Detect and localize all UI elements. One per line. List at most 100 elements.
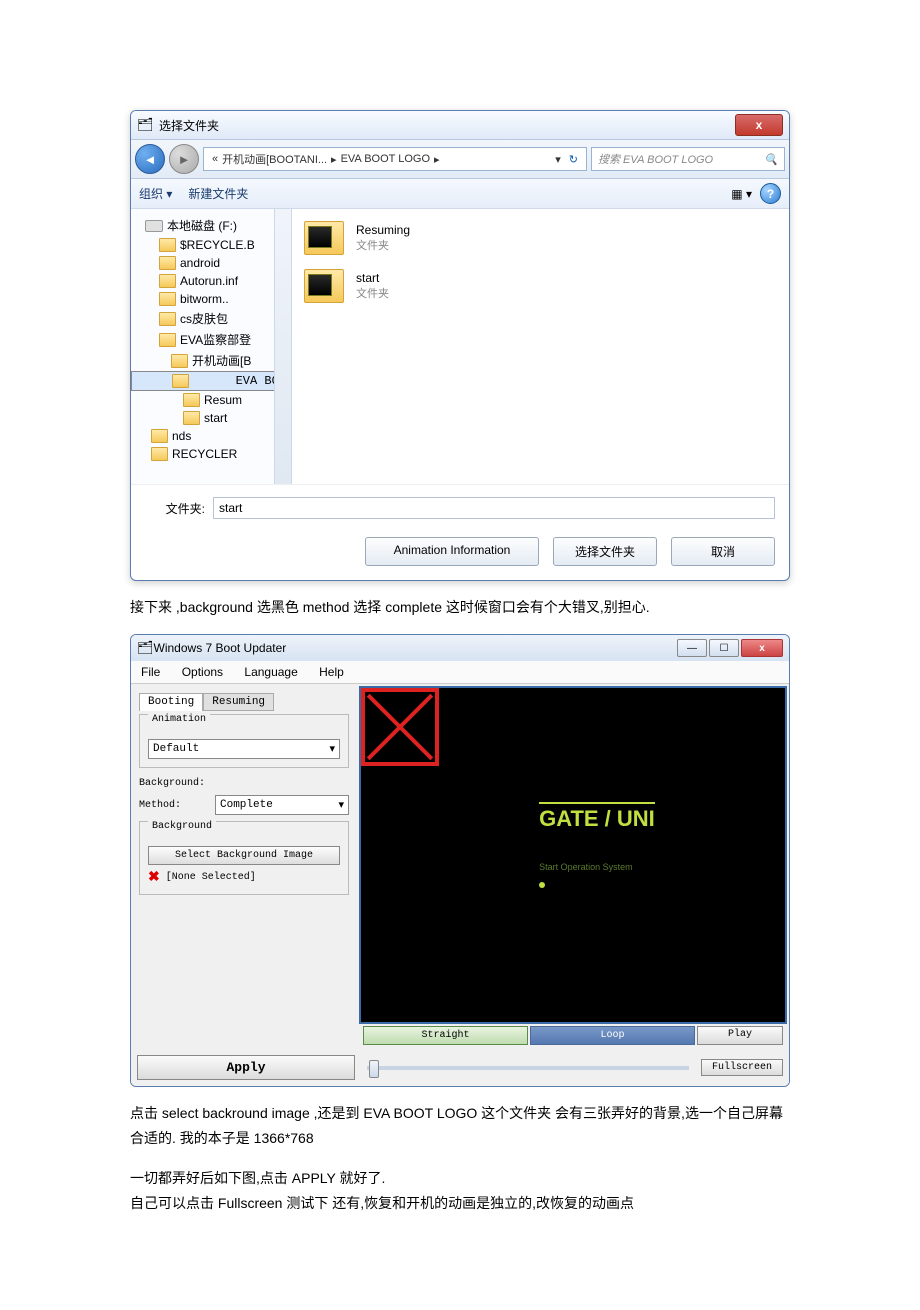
folder-icon	[159, 274, 176, 288]
select-bg-button[interactable]: Select Background Image	[148, 846, 340, 865]
menu-help[interactable]: Help	[319, 665, 344, 679]
animation-info-button[interactable]: Animation Information	[365, 537, 539, 566]
tab-resuming[interactable]: Resuming	[203, 693, 274, 711]
tree-item[interactable]: nds	[131, 427, 291, 445]
folder-picker-window: 🗂 选择文件夹 x ◄ ► « 开机动画[BOOTANI... ▸ EVA BO…	[130, 110, 790, 581]
error-cross-icon	[361, 688, 439, 766]
menu-options[interactable]: Options	[182, 665, 223, 679]
app-icon: 🗂	[137, 117, 153, 133]
chevron-down-icon: ▾	[338, 798, 344, 812]
method-select[interactable]: Complete▾	[215, 795, 349, 815]
organize-menu[interactable]: 组织 ▾	[139, 185, 172, 202]
toolbar: 组织 ▾ 新建文件夹 ▦ ▾ ?	[131, 179, 789, 209]
window-title: Windows 7 Boot Updater	[154, 641, 677, 655]
folder-icon	[151, 447, 168, 461]
file-list[interactable]: Resuming文件夹 start文件夹	[292, 209, 789, 484]
apply-button[interactable]: Apply	[137, 1055, 355, 1080]
background-group: Background Select Background Image ✖ [No…	[139, 821, 349, 895]
titlebar: 🗂 Windows 7 Boot Updater — ☐ x	[131, 635, 789, 661]
menu-bar: File Options Language Help	[131, 661, 789, 684]
tree-item[interactable]: bitworm..	[131, 290, 291, 308]
tree-item[interactable]: RECYCLER	[131, 445, 291, 463]
menu-file[interactable]: File	[141, 665, 160, 679]
close-button[interactable]: x	[735, 114, 783, 136]
tree-item[interactable]: android	[131, 254, 291, 272]
bottom-bar: Apply Fullscreen	[131, 1049, 789, 1086]
folder-icon	[183, 411, 200, 425]
folder-name-row: 文件夹:	[131, 484, 789, 531]
back-button[interactable]: ◄	[135, 144, 165, 174]
progress-slider[interactable]	[367, 1066, 689, 1070]
refresh-icon[interactable]: ↻	[563, 153, 580, 166]
menu-language[interactable]: Language	[244, 665, 297, 679]
app-icon: 🗂	[137, 640, 154, 656]
settings-panel: Booting Resuming Animation Default▾ Back…	[131, 684, 357, 1026]
doc-paragraph: 自己可以点击 Fullscreen 测试下 还有,恢复和开机的动画是独立的,改恢…	[130, 1191, 790, 1216]
maximize-button[interactable]: ☐	[709, 639, 739, 657]
cancel-button[interactable]: 取消	[671, 537, 775, 566]
preview-dot-icon	[539, 882, 545, 888]
address-bar[interactable]: « 开机动画[BOOTANI... ▸ EVA BOOT LOGO ▸ ▾ ↻	[203, 147, 587, 171]
tab-booting[interactable]: Booting	[139, 693, 203, 711]
folder-name-input[interactable]	[213, 497, 775, 519]
folder-item[interactable]: Resuming文件夹	[304, 221, 777, 255]
nav-row: ◄ ► « 开机动画[BOOTANI... ▸ EVA BOOT LOGO ▸ …	[131, 140, 789, 179]
tree-item[interactable]: Autorun.inf	[131, 272, 291, 290]
folder-icon	[304, 221, 344, 255]
folder-icon	[159, 238, 176, 252]
mode-row: Straight Loop Play	[131, 1026, 789, 1049]
animation-select[interactable]: Default▾	[148, 739, 340, 759]
doc-paragraph: 接下来 ,background 选黑色 method 选择 complete 这…	[130, 595, 790, 620]
tree-item[interactable]: EVA监察部登	[131, 329, 291, 350]
error-icon: ✖	[148, 869, 160, 886]
window-title: 选择文件夹	[159, 117, 735, 134]
play-button[interactable]: Play	[697, 1026, 783, 1045]
tree-item[interactable]: 本地磁盘 (F:)	[131, 215, 291, 236]
tree-item-selected[interactable]: EVA BOO	[131, 371, 291, 391]
tree-item[interactable]: $RECYCLE.B	[131, 236, 291, 254]
preview-text: GATE / UNI	[539, 802, 655, 832]
disk-icon	[145, 220, 163, 232]
folder-icon	[183, 393, 200, 407]
tree-item[interactable]: 开机动画[B	[131, 350, 291, 371]
close-button[interactable]: x	[741, 639, 783, 657]
dropdown-icon[interactable]: ▾	[553, 153, 563, 166]
tree-item[interactable]: cs皮肤包	[131, 308, 291, 329]
chevron-down-icon: ▾	[329, 742, 335, 756]
folder-item[interactable]: start文件夹	[304, 269, 777, 303]
preview-area: GATE / UNI Start Operation System	[359, 686, 787, 1024]
explorer-body: 本地磁盘 (F:) $RECYCLE.B android Autorun.inf…	[131, 209, 789, 484]
doc-paragraph: 一切都弄好后如下图,点击 APPLY 就好了.	[130, 1166, 790, 1191]
straight-button[interactable]: Straight	[363, 1026, 528, 1045]
loop-button[interactable]: Loop	[530, 1026, 695, 1045]
search-icon: 🔍	[764, 153, 778, 166]
folder-icon	[159, 256, 176, 270]
fullscreen-button[interactable]: Fullscreen	[701, 1059, 783, 1076]
boot-updater-window: 🗂 Windows 7 Boot Updater — ☐ x File Opti…	[130, 634, 790, 1087]
nav-tree[interactable]: 本地磁盘 (F:) $RECYCLE.B android Autorun.inf…	[131, 209, 292, 484]
folder-icon	[171, 354, 188, 368]
new-folder-button[interactable]: 新建文件夹	[188, 185, 248, 202]
method-label: Method:	[139, 800, 207, 811]
none-selected-row: ✖ [None Selected]	[148, 869, 340, 886]
doc-paragraph: 点击 select backround image ,还是到 EVA BOOT …	[130, 1101, 790, 1151]
folder-icon	[151, 429, 168, 443]
folder-icon	[304, 269, 344, 303]
minimize-button[interactable]: —	[677, 639, 707, 657]
search-input[interactable]: 搜索 EVA BOOT LOGO 🔍	[591, 147, 785, 171]
animation-group: Animation Default▾	[139, 714, 349, 768]
folder-icon	[159, 312, 176, 326]
background-label: Background:	[139, 778, 207, 789]
view-button[interactable]: ▦ ▾	[731, 187, 752, 201]
titlebar: 🗂 选择文件夹 x	[131, 111, 789, 140]
folder-icon	[172, 374, 189, 388]
select-folder-button[interactable]: 选择文件夹	[553, 537, 657, 566]
forward-button[interactable]: ►	[169, 144, 199, 174]
folder-icon	[159, 292, 176, 306]
preview-subtext: Start Operation System	[539, 862, 633, 872]
folder-icon	[159, 333, 176, 347]
tree-item[interactable]: start	[131, 409, 291, 427]
tree-item[interactable]: Resum	[131, 391, 291, 409]
help-icon[interactable]: ?	[760, 183, 781, 204]
button-row: Animation Information 选择文件夹 取消	[131, 531, 789, 580]
